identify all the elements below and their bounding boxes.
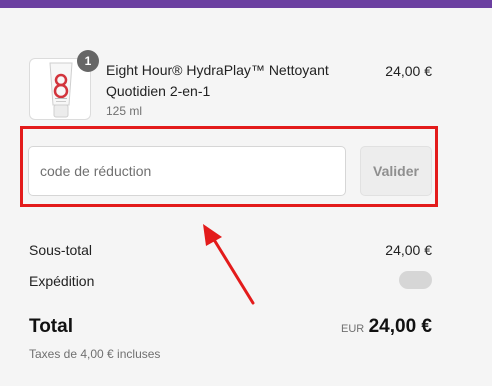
quantity-badge: 1 [77,50,99,72]
tax-note: Taxes de 4,00 € incluses [29,347,161,361]
product-price: 24,00 € [385,63,432,79]
subtotal-label: Sous-total [29,242,93,258]
product-name: Eight Hour® HydraPlay™ Nettoyant Quotidi… [106,62,329,99]
shipping-value-placeholder [399,271,432,289]
product-variant: 125 ml [106,104,143,118]
currency-code: EUR [341,323,365,335]
total-label: Total [29,316,73,337]
shipping-label: Expédition [29,273,95,289]
subtotal-value: 24,00 € [385,242,432,258]
total-amount: 24,00 € [368,316,432,337]
apply-discount-button[interactable]: Valider [360,146,432,196]
discount-code-input[interactable] [28,146,346,196]
header-bar [0,0,492,8]
